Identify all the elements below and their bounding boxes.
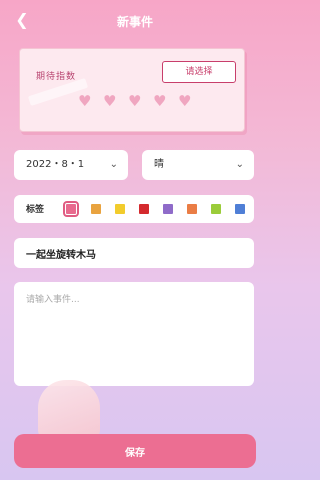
- header: ❮ 新事件: [0, 8, 270, 34]
- heart-icon[interactable]: ♥: [103, 94, 119, 109]
- chevron-down-icon: ⌄: [109, 159, 118, 170]
- heart-rating: ♥ ♥ ♥ ♥ ♥: [78, 94, 194, 109]
- weather-select[interactable]: 晴 ⌄: [142, 150, 254, 180]
- heart-icon[interactable]: ♥: [178, 94, 194, 109]
- heart-icon[interactable]: ♥: [78, 94, 94, 109]
- date-value: 2022・8・1: [26, 159, 85, 170]
- tag-color-swatch[interactable]: [91, 204, 101, 214]
- tag-selector: 标签: [14, 195, 254, 223]
- event-title-input[interactable]: [14, 238, 254, 268]
- status-bar: [0, 0, 270, 8]
- chevron-down-icon: ⌄: [235, 159, 244, 170]
- rating-label: 期待指数: [36, 72, 77, 82]
- tag-color-swatch[interactable]: [235, 204, 245, 214]
- tag-color-swatch[interactable]: [63, 201, 79, 217]
- weather-value: 晴: [154, 159, 164, 170]
- page-title: 新事件: [116, 15, 153, 29]
- heart-icon[interactable]: ♥: [128, 94, 144, 109]
- expectation-rating-card: 期待指数 请选择 ♥ ♥ ♥ ♥ ♥: [19, 48, 245, 132]
- tag-label: 标签: [26, 205, 45, 215]
- tag-color-swatch[interactable]: [211, 204, 221, 214]
- tag-color-swatch[interactable]: [139, 204, 149, 214]
- event-content-input[interactable]: [14, 282, 254, 386]
- tag-color-swatch[interactable]: [115, 204, 125, 214]
- tag-color-swatch[interactable]: [163, 204, 173, 214]
- save-button[interactable]: 保存: [14, 434, 256, 468]
- heart-icon[interactable]: ♥: [153, 94, 169, 109]
- tag-color-swatch[interactable]: [187, 204, 197, 214]
- hand-illustration: [38, 380, 100, 440]
- date-select[interactable]: 2022・8・1 ⌄: [14, 150, 128, 180]
- rating-select-button[interactable]: 请选择: [162, 61, 236, 83]
